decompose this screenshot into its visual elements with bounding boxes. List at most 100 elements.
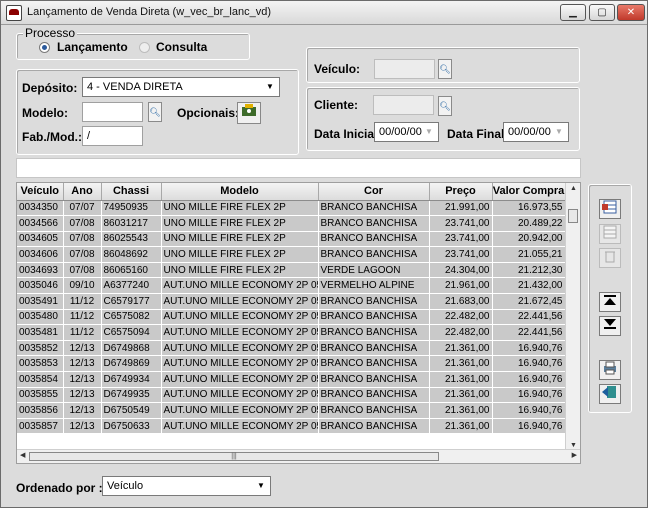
- table-row[interactable]: 0035857 12/13 D6750633 AUT.UNO MILLE ECONOM…: [17, 418, 566, 435]
- vertical-scrollbar[interactable]: ▲ ▼: [565, 183, 580, 451]
- scroll-right-icon[interactable]: ▶: [572, 451, 577, 459]
- col-chassi[interactable]: Chassi: [101, 183, 162, 201]
- col-cor[interactable]: Cor: [318, 183, 430, 201]
- table-cell: D6749935: [101, 387, 162, 404]
- deposito-select[interactable]: 4 - VENDA DIRETA ▼: [82, 77, 280, 97]
- table-cell: BRANCO BANCHISA: [318, 246, 430, 263]
- table-row[interactable]: 0035853 12/13 D6749869 AUT.UNO MILLE ECONOM…: [17, 355, 566, 373]
- col-modelo[interactable]: Modelo: [161, 183, 319, 201]
- minimize-button[interactable]: ▁: [560, 4, 586, 21]
- vehicle-grid[interactable]: Veículo Ano Chassi Modelo Cor Preço Valo…: [16, 182, 581, 464]
- close-button[interactable]: ✕: [617, 4, 645, 21]
- modelo-input[interactable]: [82, 102, 143, 122]
- scroll-left-icon[interactable]: ◀: [20, 451, 25, 459]
- table-cell: 21.683,00: [429, 293, 493, 310]
- options-icon[interactable]: [237, 102, 261, 124]
- table-cell: D6750549: [101, 402, 162, 419]
- hscroll-thumb[interactable]: |||: [29, 452, 439, 461]
- table-row[interactable]: 0035854 12/13 D6749934 AUT.UNO MILLE ECONOM…: [17, 371, 566, 388]
- table-cell: D6749868: [101, 340, 162, 357]
- table-cell: 21.361,00: [429, 371, 493, 388]
- table-cell: 16.973,55: [492, 200, 566, 217]
- col-veiculo[interactable]: Veículo: [17, 183, 64, 201]
- edit-row-icon[interactable]: [599, 224, 621, 244]
- col-valor-compra[interactable]: Valor Compra: [492, 183, 566, 201]
- table-cell: 0035854: [17, 371, 64, 388]
- scroll-down-icon[interactable]: ▼: [569, 442, 578, 449]
- move-up-icon[interactable]: [599, 292, 621, 312]
- modelo-search-icon[interactable]: 🔍︎: [148, 102, 162, 122]
- ordenado-value: Veículo: [107, 480, 144, 492]
- cliente-input[interactable]: [373, 95, 434, 115]
- col-ano[interactable]: Ano: [63, 183, 102, 201]
- table-row[interactable]: 0035481 11/12 C6575094 AUT.UNO MILLE ECONOM…: [17, 324, 566, 341]
- table-row[interactable]: 0034606 07/08 86048692 UNO MILLE FIRE FLEX …: [17, 246, 566, 263]
- table-cell: 09/10: [63, 277, 102, 295]
- move-down-icon[interactable]: [599, 316, 621, 336]
- table-cell: 21.991,00: [429, 200, 493, 217]
- data-final-field[interactable]: 00/00/00 ▼: [503, 122, 569, 142]
- table-row[interactable]: 0035491 11/12 C6579177 AUT.UNO MILLE ECONOM…: [17, 293, 566, 310]
- table-cell: 21.212,30: [492, 262, 566, 279]
- col-preco[interactable]: Preço: [429, 183, 493, 201]
- scroll-thumb[interactable]: [568, 209, 578, 223]
- horizontal-scrollbar[interactable]: ◀ ||| ▶: [17, 449, 580, 463]
- modelo-label: Modelo:: [22, 106, 68, 120]
- table-row[interactable]: 0034605 07/08 86025543 UNO MILLE FIRE FLEX …: [17, 231, 566, 248]
- table-row[interactable]: 0034693 07/08 86065160 UNO MILLE FIRE FLEX …: [17, 262, 566, 279]
- deposito-label: Depósito:: [22, 81, 78, 95]
- table-cell: 07/08: [63, 262, 102, 279]
- table-cell: 74950935: [101, 200, 162, 217]
- table-row[interactable]: 0035856 12/13 D6750549 AUT.UNO MILLE ECONOM…: [17, 402, 566, 419]
- table-cell: D6749934: [101, 371, 162, 388]
- radio-consulta[interactable]: [139, 42, 150, 53]
- radio-lancamento-label[interactable]: Lançamento: [57, 40, 128, 54]
- exit-icon[interactable]: [599, 384, 621, 404]
- table-cell: 0035480: [17, 309, 64, 326]
- table-cell: 07/08: [63, 215, 102, 232]
- table-cell: 0035853: [17, 355, 64, 373]
- veiculo-input[interactable]: [374, 59, 435, 79]
- veiculo-label: Veículo:: [314, 62, 361, 76]
- table-cell: 07/08: [63, 246, 102, 263]
- print-icon[interactable]: [599, 360, 621, 380]
- table-row[interactable]: 0035852 12/13 D6749868 AUT.UNO MILLE ECONOM…: [17, 340, 566, 357]
- veiculo-search-icon[interactable]: 🔍︎: [438, 59, 452, 79]
- table-row[interactable]: 0035480 11/12 C6575082 AUT.UNO MILLE ECONOM…: [17, 309, 566, 326]
- table-cell: BRANCO BANCHISA: [318, 387, 430, 404]
- scroll-up-icon[interactable]: ▲: [569, 185, 578, 192]
- table-cell: 0035491: [17, 293, 64, 310]
- radio-consulta-label[interactable]: Consulta: [156, 40, 207, 54]
- table-header: Veículo Ano Chassi Modelo Cor Preço Valo…: [17, 183, 566, 201]
- table-cell: BRANCO BANCHISA: [318, 200, 430, 217]
- table-cell: UNO MILLE FIRE FLEX 2P: [161, 231, 319, 248]
- table-cell: 23.741,00: [429, 215, 493, 232]
- table-cell: UNO MILLE FIRE FLEX 2P: [161, 215, 319, 232]
- data-inicial-label: Data Inicial:: [314, 127, 382, 141]
- table-cell: A6377240: [101, 277, 162, 295]
- table-cell: BRANCO BANCHISA: [318, 418, 430, 435]
- table-cell: AUT.UNO MILLE ECONOMY 2P 05: [161, 371, 319, 388]
- table-cell: 0034606: [17, 246, 64, 263]
- table-cell: 16.940,76: [492, 355, 566, 373]
- table-cell: 11/12: [63, 324, 102, 341]
- fabmod-input[interactable]: /: [82, 126, 143, 146]
- table-row[interactable]: 0035046 09/10 A6377240 AUT.UNO MILLE ECONOM…: [17, 277, 566, 295]
- table-cell: UNO MILLE FIRE FLEX 2P: [161, 246, 319, 263]
- cliente-search-icon[interactable]: 🔍︎: [438, 96, 452, 116]
- table-cell: 12/13: [63, 418, 102, 435]
- table-cell: 22.441,56: [492, 309, 566, 326]
- add-row-icon[interactable]: [599, 199, 621, 219]
- data-inicial-field[interactable]: 00/00/00 ▼: [374, 122, 439, 142]
- table-row[interactable]: 0034566 07/08 86031217 UNO MILLE FIRE FLEX …: [17, 215, 566, 232]
- table-cell: BRANCO BANCHISA: [318, 402, 430, 419]
- table-cell: 21.361,00: [429, 340, 493, 357]
- trash-icon[interactable]: [599, 248, 621, 268]
- table-row[interactable]: 0034350 07/07 74950935 UNO MILLE FIRE FLEX …: [17, 200, 566, 217]
- processo-label: Processo: [23, 26, 78, 40]
- ordenado-select[interactable]: Veículo ▼: [102, 476, 271, 496]
- table-row[interactable]: 0035855 12/13 D6749935 AUT.UNO MILLE ECONOM…: [17, 387, 566, 404]
- maximize-button[interactable]: ▢: [589, 4, 615, 21]
- radio-lancamento[interactable]: [39, 42, 50, 53]
- deposito-value: 4 - VENDA DIRETA: [87, 81, 183, 93]
